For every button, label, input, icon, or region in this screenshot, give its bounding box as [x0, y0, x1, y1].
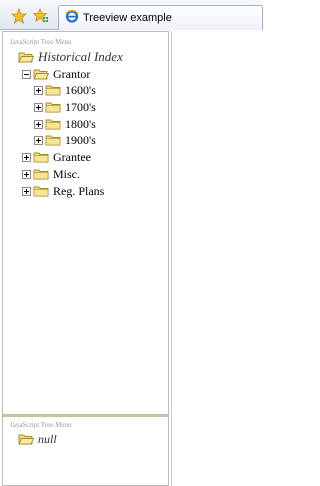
- ie-page-icon: [65, 9, 79, 28]
- folder-icon: [45, 102, 61, 113]
- content-frame: [171, 31, 263, 486]
- open-folder-icon: [18, 434, 34, 445]
- folder-icon: [45, 85, 61, 96]
- tab-title: Treeview example: [83, 12, 172, 24]
- expand-plus-icon[interactable]: [22, 152, 31, 162]
- tree-item-reg-plans[interactable]: Reg. Plans: [22, 183, 104, 199]
- tree-item-label: Grantor: [53, 66, 91, 81]
- tree-root-label: Historical Index: [38, 49, 123, 64]
- tree-item-label: Misc.: [53, 166, 80, 181]
- tree-item-grantor[interactable]: Grantor: [22, 66, 90, 82]
- tree-item-1800s[interactable]: 1800's: [34, 116, 96, 132]
- tree-item-label: Reg. Plans: [53, 183, 105, 198]
- tree-item-1700s[interactable]: 1700's: [34, 99, 96, 115]
- open-folder-icon: [33, 69, 49, 80]
- tree-item-label: 1900's: [65, 132, 96, 147]
- expand-plus-icon[interactable]: [34, 135, 43, 145]
- folder-icon: [33, 169, 49, 180]
- star-icon[interactable]: [10, 7, 28, 25]
- add-favorite-icon[interactable]: [32, 7, 50, 25]
- tree-item-label: 1700's: [65, 99, 96, 114]
- tree-item-1600s[interactable]: 1600's: [34, 82, 96, 98]
- tree-item-label: 1800's: [65, 116, 96, 131]
- expand-plus-icon[interactable]: [34, 119, 43, 129]
- tree-root-label: null: [38, 431, 57, 446]
- tree-item-label: Grantee: [53, 149, 91, 164]
- bottom-pane-caption: JavaScript Tree Menu: [10, 421, 72, 429]
- browser-toolbar: Treeview example: [0, 0, 263, 30]
- tree-item-grantee[interactable]: Grantee: [22, 149, 91, 165]
- expand-plus-icon[interactable]: [34, 102, 43, 112]
- tab-treeview-example[interactable]: Treeview example: [58, 5, 263, 30]
- open-folder-icon: [18, 52, 34, 63]
- expand-plus-icon[interactable]: [34, 85, 43, 95]
- folder-icon: [33, 152, 49, 163]
- pane-splitter[interactable]: [2, 414, 169, 417]
- folder-icon: [45, 135, 61, 146]
- collapse-minus-icon[interactable]: [22, 69, 31, 79]
- tree-item-label: 1600's: [65, 82, 96, 97]
- tree-root-historical-index[interactable]: Historical Index: [16, 49, 123, 65]
- folder-icon: [33, 186, 49, 197]
- expand-plus-icon[interactable]: [22, 169, 31, 179]
- folder-icon: [45, 119, 61, 130]
- expand-plus-icon[interactable]: [22, 186, 31, 196]
- tree-item-1900s[interactable]: 1900's: [34, 132, 96, 148]
- tree-item-misc[interactable]: Misc.: [22, 166, 80, 182]
- top-pane-caption: JavaScript Tree Menu: [10, 38, 72, 46]
- tree-root-null[interactable]: null: [16, 431, 57, 447]
